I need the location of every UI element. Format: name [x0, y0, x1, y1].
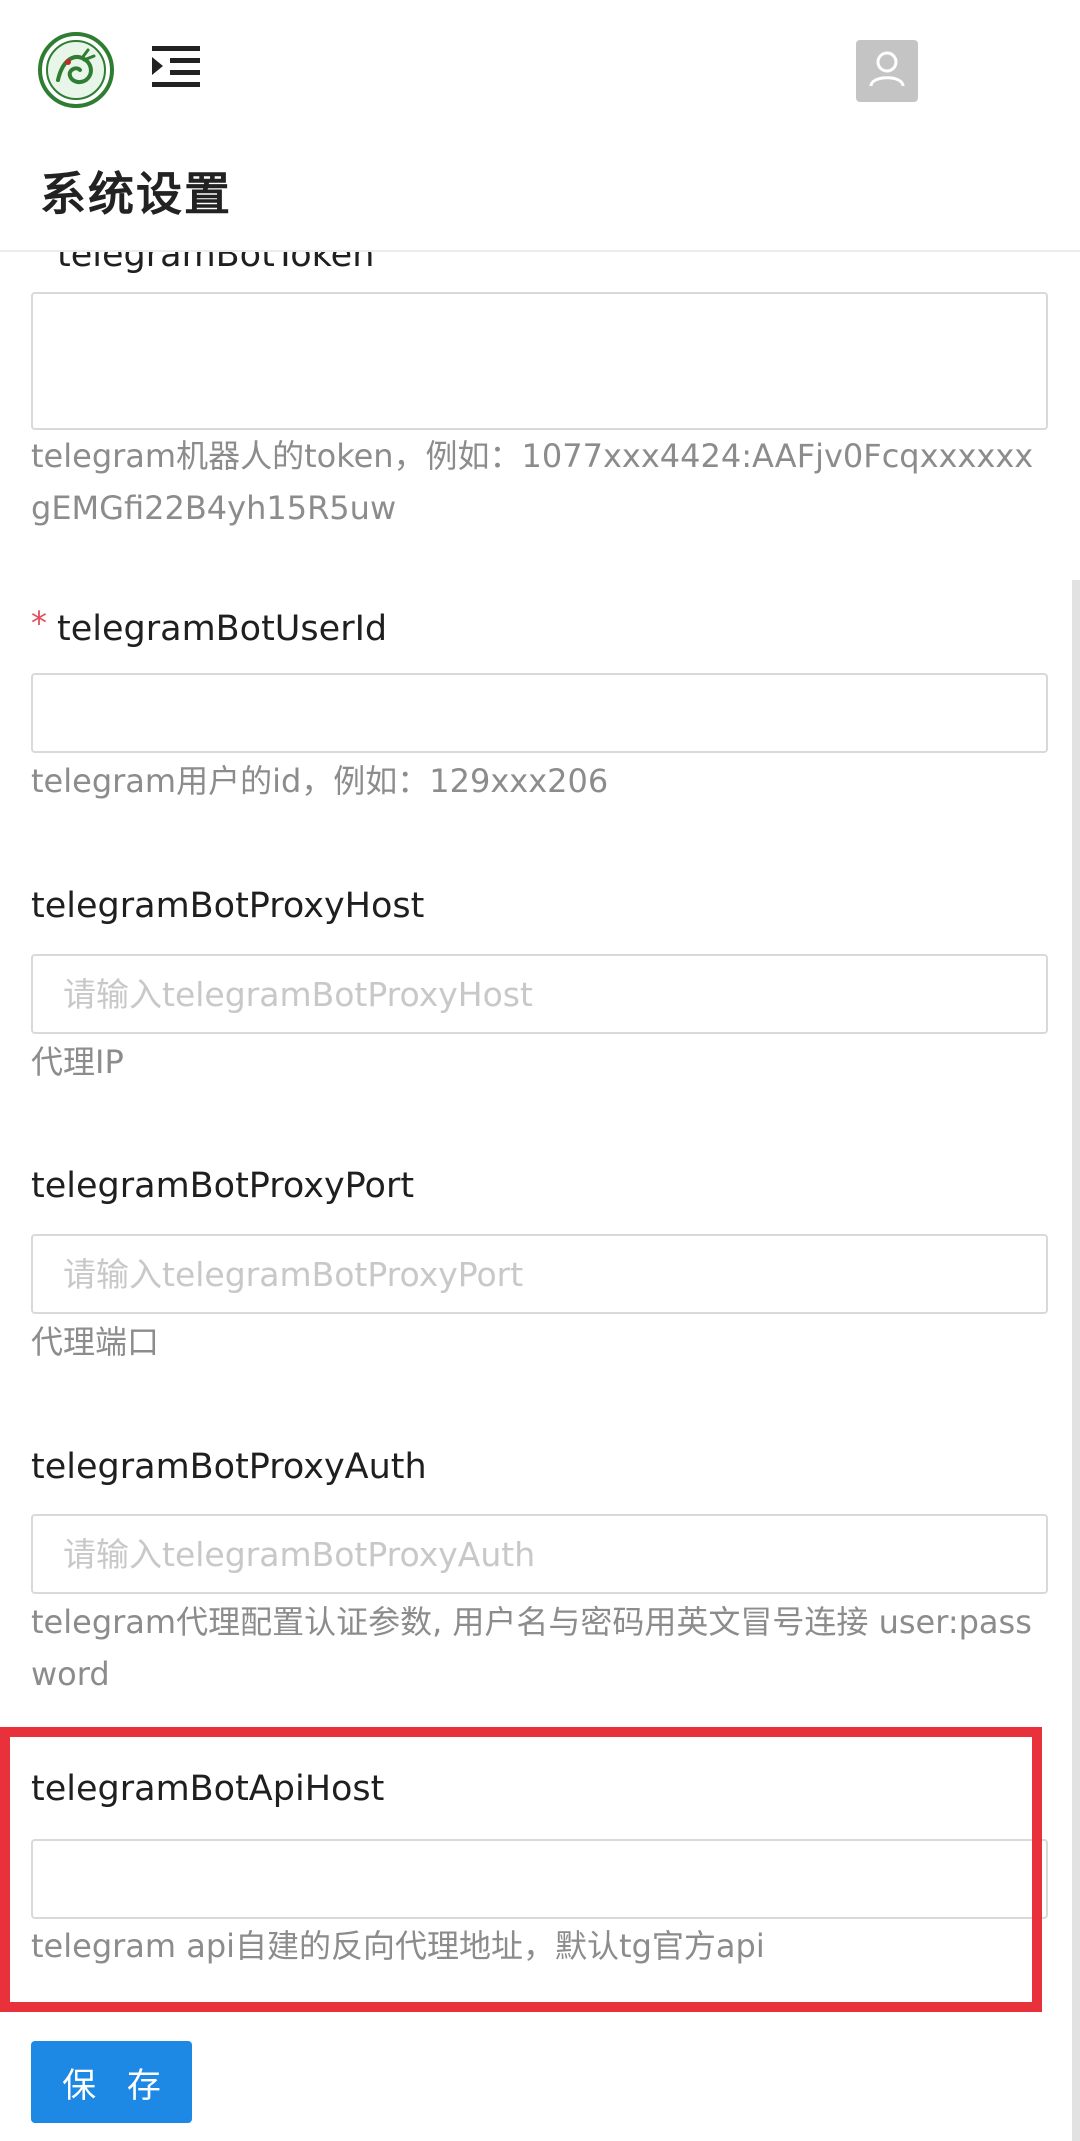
menu-toggle-icon[interactable] — [152, 42, 206, 92]
bot-user-id-input[interactable] — [31, 673, 1048, 753]
bot-token-label: * telegramBotToken — [31, 252, 374, 275]
proxy-port-help: 代理端口 — [31, 1323, 160, 1361]
bot-token-help: telegram机器人的token，例如：1077xxx4424:AAFjv0F… — [31, 437, 1034, 527]
dragon-logo-icon[interactable] — [38, 32, 114, 108]
proxy-auth-label: telegramBotProxyAuth — [31, 1447, 427, 1487]
required-mark: * — [31, 604, 47, 642]
bot-user-id-label-text: telegramBotUserId — [57, 609, 388, 649]
page-title: 系统设置 — [40, 167, 232, 221]
proxy-port-input[interactable] — [31, 1234, 1048, 1314]
bot-token-label-text: telegramBotToken — [57, 252, 375, 275]
proxy-port-label: telegramBotProxyPort — [31, 1166, 415, 1206]
top-navbar — [0, 0, 1080, 140]
proxy-host-label: telegramBotProxyHost — [31, 886, 425, 926]
save-button[interactable]: 保 存 — [31, 2041, 192, 2123]
bot-token-input[interactable] — [31, 292, 1048, 430]
proxy-host-help: 代理IP — [31, 1043, 124, 1081]
proxy-auth-input[interactable] — [31, 1514, 1048, 1594]
proxy-auth-help: telegram代理配置认证参数, 用户名与密码用英文冒号连接 user:pas… — [31, 1603, 1032, 1693]
highlight-annotation-box — [0, 1727, 1042, 2012]
proxy-host-input[interactable] — [31, 954, 1048, 1034]
bot-user-id-help: telegram用户的id，例如：129xxx206 — [31, 762, 609, 800]
required-mark: * — [31, 252, 47, 268]
scrollbar[interactable] — [1072, 580, 1080, 2141]
user-avatar-icon[interactable] — [856, 40, 918, 102]
bot-user-id-label: * telegramBotUserId — [31, 604, 387, 649]
